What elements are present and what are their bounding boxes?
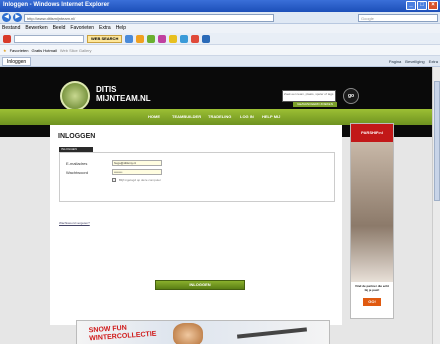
- toolbar-icon-5[interactable]: [169, 34, 178, 43]
- address-bar: ◀ ▶ http://www.ditismijnteam.nl/ Google: [0, 12, 440, 24]
- nav-login[interactable]: LOG IN: [240, 114, 254, 119]
- banner-person-image: [173, 323, 203, 344]
- menu-item-help[interactable]: Help: [116, 25, 126, 32]
- nav-teambuilder[interactable]: TEAMBUILDER: [172, 114, 201, 119]
- window-controls: _ □ ×: [406, 1, 438, 10]
- maximize-icon[interactable]: □: [417, 1, 427, 10]
- toolbar-search-input[interactable]: [14, 34, 84, 43]
- favorites-item-hotmail[interactable]: Gratis Hotmail: [32, 48, 57, 53]
- login-button[interactable]: INLOGGEN: [155, 280, 245, 290]
- tools-menu[interactable]: Extra: [429, 59, 438, 64]
- toolbar-icon-4[interactable]: [158, 34, 167, 43]
- go-button[interactable]: go: [343, 88, 359, 104]
- toolbar-icon-1[interactable]: [125, 34, 134, 43]
- url-input[interactable]: http://www.ditismijnteam.nl/: [24, 13, 274, 22]
- scrollbar[interactable]: [432, 67, 440, 344]
- email-field[interactable]: hugo@ditismy.nl: [112, 160, 162, 166]
- websearch-button[interactable]: WEB SEARCH: [87, 34, 123, 43]
- advanced-search-button[interactable]: GEAVANCEERD ZOEKEN: [293, 102, 337, 107]
- page-viewport: DITIS MIJNTEAM.NL HOME TEAMBUILDER TRADE…: [0, 67, 440, 344]
- menu-item-tools[interactable]: Extra: [99, 25, 111, 32]
- window-titlebar: Inloggen - Windows Internet Explorer _ □…: [0, 0, 440, 12]
- banner-ski-image: [236, 327, 308, 339]
- toolbar-icon-3[interactable]: [147, 34, 156, 43]
- search-input[interactable]: Google: [358, 13, 438, 22]
- menu-item-favorites[interactable]: Favorieten: [70, 25, 94, 32]
- ad-image: [351, 142, 393, 282]
- email-label: E-mailadres: [66, 161, 88, 166]
- addon-toolbar: WEB SEARCH: [0, 33, 440, 45]
- menu-bar: Bestand Bewerken Beeld Favorieten Extra …: [0, 24, 440, 33]
- command-bar: Pagina Beveiliging Extra: [389, 59, 438, 64]
- login-content: INLOGGEN INLOGGEN E-mailadres hugo@ditis…: [50, 125, 342, 325]
- toolbar-icon-8[interactable]: [202, 34, 211, 43]
- banner-text: SNOW FUN WINTERCOLLECTIE: [89, 323, 157, 344]
- logo-line-2: MIJNTEAM.NL: [96, 94, 151, 103]
- security-menu[interactable]: Beveiliging: [405, 59, 424, 64]
- forgot-password-link[interactable]: Wachtwoord vergeten?: [59, 221, 90, 225]
- ad-text: Vind de partner die echt bij je past!: [354, 284, 390, 292]
- close-icon[interactable]: ×: [428, 1, 438, 10]
- ad-brand: PARSHIP.nl: [351, 124, 393, 142]
- star-icon[interactable]: ★: [3, 48, 7, 53]
- favorites-item-webslice[interactable]: Web Slice Gallery: [60, 48, 92, 53]
- menu-item-view[interactable]: Beeld: [53, 25, 66, 32]
- menu-item-edit[interactable]: Bewerken: [25, 25, 47, 32]
- nav-tradeling[interactable]: TRADELING: [208, 114, 231, 119]
- window-title: Inloggen - Windows Internet Explorer: [3, 2, 110, 8]
- tab-bar: Inloggen Pagina Beveiliging Extra: [0, 56, 440, 67]
- remember-label: Blijf ingelogd op deze computer: [119, 178, 161, 182]
- ad-go-button[interactable]: GO!: [363, 298, 381, 306]
- logo-icon[interactable]: [60, 81, 90, 111]
- site-logo-text[interactable]: DITIS MIJNTEAM.NL: [96, 85, 151, 103]
- menu-item-file[interactable]: Bestand: [2, 25, 20, 32]
- remember-checkbox[interactable]: [112, 178, 116, 182]
- logo-line-1: DITIS: [96, 85, 117, 94]
- toolbar-icon-7[interactable]: [191, 34, 200, 43]
- tab-inloggen[interactable]: Inloggen: [2, 56, 32, 66]
- minimize-icon[interactable]: _: [406, 1, 416, 10]
- back-icon[interactable]: ◀: [2, 13, 11, 22]
- page-menu[interactable]: Pagina: [389, 59, 401, 64]
- page-title: INLOGGEN: [58, 133, 96, 140]
- parship-ad[interactable]: PARSHIP.nl Vind de partner die echt bij …: [350, 123, 394, 319]
- favorites-bar: ★ Favorieten Gratis Hotmail Web Slice Ga…: [0, 45, 440, 56]
- forward-icon[interactable]: ▶: [13, 13, 22, 22]
- password-label: Wachtwoord: [66, 170, 89, 175]
- site-search-input[interactable]: Zoek een team, plaats, speler of tags: [282, 90, 336, 102]
- favorites-label[interactable]: Favorieten: [10, 48, 29, 53]
- toolbar-logo-icon[interactable]: [3, 34, 11, 43]
- scrollbar-thumb[interactable]: [434, 81, 440, 201]
- nav-home[interactable]: HOME: [148, 114, 160, 119]
- login-panel: E-mailadres hugo@ditismy.nl Wachtwoord •…: [59, 152, 335, 202]
- toolbar-icon-2[interactable]: [136, 34, 145, 43]
- toolbar-icon-6[interactable]: [180, 34, 189, 43]
- password-field[interactable]: ••••••••: [112, 169, 162, 175]
- bottom-banner-ad[interactable]: SNOW FUN WINTERCOLLECTIE: [76, 320, 330, 344]
- nav-help[interactable]: HELP MIJ: [262, 114, 280, 119]
